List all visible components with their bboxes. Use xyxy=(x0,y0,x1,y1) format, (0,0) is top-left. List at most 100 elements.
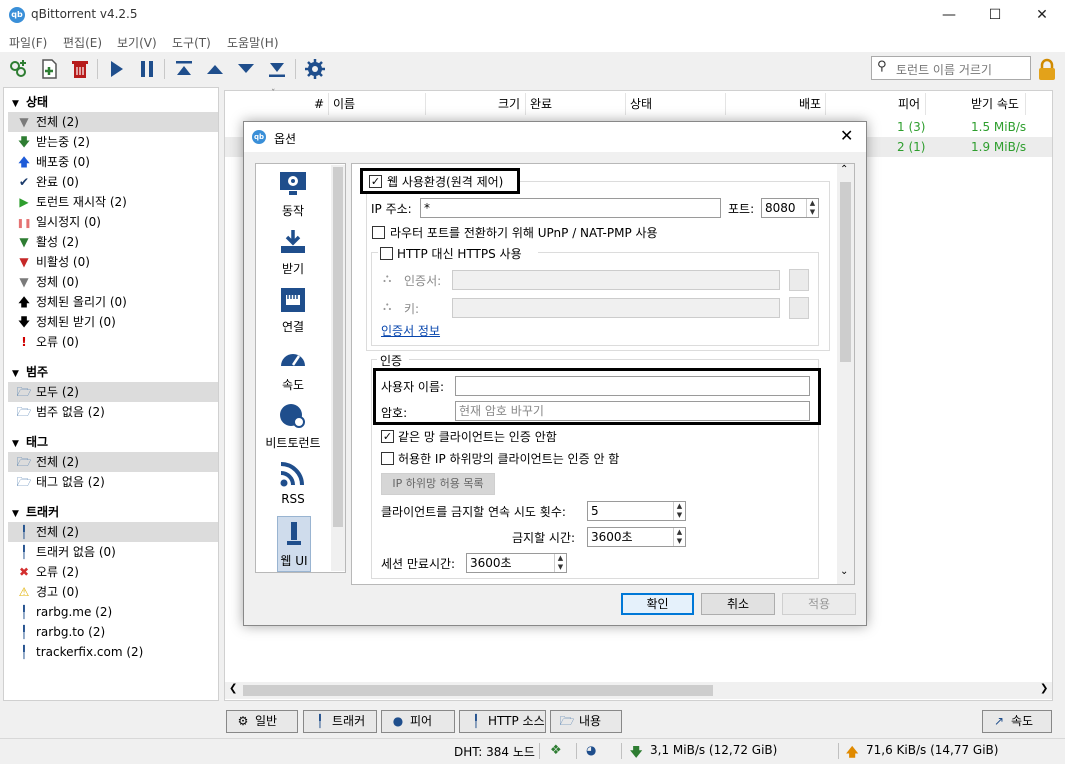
add-torrent-icon[interactable] xyxy=(37,57,61,81)
tab-speed[interactable]: ↗ 속도 xyxy=(982,710,1052,733)
move-bottom-icon[interactable] xyxy=(265,57,289,81)
tracker-filter-item[interactable]: ╿ 트래커 없음 (0) xyxy=(8,542,218,562)
tab-peers[interactable]: ● 피어 xyxy=(381,710,455,733)
tab-content[interactable]: 🗁 내용 xyxy=(550,710,622,733)
tag-none[interactable]: 🗁 태그 없음 (2) xyxy=(8,472,218,492)
tracker-filter-item[interactable]: ✖ 오류 (2) xyxy=(8,562,218,582)
port-spinbox[interactable]: 8080 ▲ ▼ xyxy=(761,198,819,218)
scroll-down-icon[interactable]: ⌄ xyxy=(840,566,848,577)
status-filter-item[interactable]: ▶ 토런트 재시작 (2) xyxy=(8,192,218,212)
key-browse-button[interactable] xyxy=(789,297,809,319)
connection-status-icon[interactable]: ❖ xyxy=(550,743,562,758)
menu-help[interactable]: 도움말(H) xyxy=(227,34,279,51)
status-filter-item[interactable]: 🡅 배포중 (0) xyxy=(8,152,218,172)
settings-gear-icon[interactable] xyxy=(303,57,327,81)
category-webui[interactable]: 웹 UI xyxy=(277,516,311,572)
tab-general[interactable]: ⚙ 일반 xyxy=(226,710,298,733)
category-speed[interactable]: 속도 xyxy=(256,344,330,393)
cancel-button[interactable]: 취소 xyxy=(701,593,775,615)
settings-vertical-scrollbar[interactable]: ⌃ ⌄ xyxy=(837,164,854,584)
status-filter-item[interactable]: ❚❚ 일시정지 (0) xyxy=(8,212,218,232)
category-bittorrent[interactable]: 비트토런트 xyxy=(256,402,330,451)
apply-button[interactable]: 적용 xyxy=(782,593,856,615)
col-peers[interactable]: 피어 xyxy=(898,93,920,115)
category-connection[interactable]: 연결 xyxy=(256,286,330,335)
dialog-close-icon[interactable]: ✕ xyxy=(840,126,853,145)
status-section-header[interactable]: ▼ 상태 xyxy=(12,93,48,110)
minimize-button[interactable]: — xyxy=(926,0,972,30)
https-checkbox[interactable] xyxy=(380,247,393,260)
col-name[interactable]: 이름 xyxy=(333,93,355,115)
cert-browse-button[interactable] xyxy=(789,269,809,291)
bypass-whitelist-checkbox[interactable] xyxy=(381,452,394,465)
lock-icon[interactable] xyxy=(1037,58,1057,82)
add-link-icon[interactable] xyxy=(7,57,31,81)
password-input[interactable]: 현재 암호 바꾸기 xyxy=(455,401,810,421)
col-index[interactable]: # xyxy=(314,93,324,115)
category-section-header[interactable]: ▼ 범주 xyxy=(12,363,48,380)
scroll-up-icon[interactable]: ⌃ xyxy=(840,164,848,175)
category-rss[interactable]: RSS xyxy=(256,460,330,506)
tag-all[interactable]: 🗁 전체 (2) xyxy=(8,452,218,472)
ok-button[interactable]: 확인 xyxy=(621,593,694,615)
tracker-section-header[interactable]: ▼ 트래커 xyxy=(12,503,59,520)
username-input[interactable] xyxy=(455,376,810,396)
move-up-icon[interactable] xyxy=(203,57,227,81)
horizontal-scrollbar[interactable]: ❮ ❯ xyxy=(225,682,1052,699)
category-none[interactable]: 🗁 범주 없음 (2) xyxy=(8,402,218,422)
session-timeout-spinbox[interactable]: 3600초 ▲ ▼ xyxy=(466,553,567,573)
tracker-filter-item[interactable]: ╿ 전체 (2) xyxy=(8,522,218,542)
menu-tools[interactable]: 도구(T) xyxy=(172,34,211,51)
bypass-local-checkbox[interactable]: ✓ xyxy=(381,430,394,443)
ban-count-spinbox[interactable]: 5 ▲ ▼ xyxy=(587,501,686,521)
status-filter-item[interactable]: ▼ 정체 (0) xyxy=(8,272,218,292)
category-behavior[interactable]: 동작 xyxy=(256,170,330,219)
tracker-filter-item[interactable]: ⚠ 경고 (0) xyxy=(8,582,218,602)
status-filter-item[interactable]: 🡅 정체된 올리기 (0) xyxy=(8,292,218,312)
move-top-icon[interactable] xyxy=(172,57,196,81)
pause-icon[interactable] xyxy=(135,57,159,81)
menu-edit[interactable]: 편집(E) xyxy=(63,34,102,51)
col-seeds[interactable]: 배포 xyxy=(799,93,821,115)
tracker-filter-item[interactable]: ╿ trackerfix.com (2) xyxy=(8,642,218,662)
status-filter-item[interactable]: 🡇 받는중 (2) xyxy=(8,132,218,152)
webui-enable-checkbox[interactable]: ✓ xyxy=(369,175,382,188)
key-path-input[interactable] xyxy=(452,298,780,318)
close-window-button[interactable]: ✕ xyxy=(1019,0,1065,30)
ip-whitelist-button[interactable]: IP 하위망 허용 목록 xyxy=(381,473,495,495)
category-all[interactable]: 🗁 모두 (2) xyxy=(8,382,218,402)
category-scrollbar[interactable] xyxy=(331,165,345,571)
move-down-icon[interactable] xyxy=(234,57,258,81)
tag-section-header[interactable]: ▼ 태그 xyxy=(12,433,48,450)
tracker-filter-item[interactable]: ╿ rarbg.me (2) xyxy=(8,602,218,622)
cert-info-link[interactable]: 인증서 정보 xyxy=(381,322,440,339)
cert-path-input[interactable] xyxy=(452,270,780,290)
scrollbar-thumb[interactable] xyxy=(840,182,851,362)
category-downloads[interactable]: 받기 xyxy=(256,228,330,277)
scroll-left-icon[interactable]: ❮ xyxy=(229,683,237,694)
tracker-filter-item[interactable]: ╿ rarbg.to (2) xyxy=(8,622,218,642)
ban-time-spinbox[interactable]: 3600초 ▲ ▼ xyxy=(587,527,686,547)
status-filter-item[interactable]: ▼ 전체 (2) xyxy=(8,112,218,132)
status-filter-item[interactable]: ▼ 비활성 (0) xyxy=(8,252,218,272)
ip-address-input[interactable]: * xyxy=(420,198,721,218)
maximize-button[interactable]: ☐ xyxy=(972,0,1018,30)
menu-file[interactable]: 파일(F) xyxy=(9,34,47,51)
tab-http-sources[interactable]: ╿ HTTP 소스 xyxy=(459,710,546,733)
speed-limit-icon[interactable]: ◕ xyxy=(586,743,596,757)
status-filter-item[interactable]: 🡇 정체된 받기 (0) xyxy=(8,312,218,332)
upnp-checkbox[interactable] xyxy=(372,226,385,239)
status-filter-item[interactable]: ✔ 완료 (0) xyxy=(8,172,218,192)
col-size[interactable]: 크기 xyxy=(498,93,520,115)
scroll-right-icon[interactable]: ❯ xyxy=(1040,683,1048,694)
status-filter-item[interactable]: ! 오류 (0) xyxy=(8,332,218,352)
torrent-filter-input[interactable]: ⚲ 토런트 이름 거르기 xyxy=(871,56,1031,80)
scrollbar-thumb[interactable] xyxy=(243,685,713,696)
menu-view[interactable]: 보기(V) xyxy=(117,34,157,51)
status-filter-item[interactable]: ▼ 활성 (2) xyxy=(8,232,218,252)
delete-icon[interactable] xyxy=(68,57,92,81)
col-down-speed[interactable]: 받기 속도 xyxy=(971,93,1019,115)
tab-trackers[interactable]: ╿ 트래커 xyxy=(303,710,377,733)
resume-icon[interactable] xyxy=(104,57,128,81)
col-progress[interactable]: 완료 xyxy=(530,93,552,115)
